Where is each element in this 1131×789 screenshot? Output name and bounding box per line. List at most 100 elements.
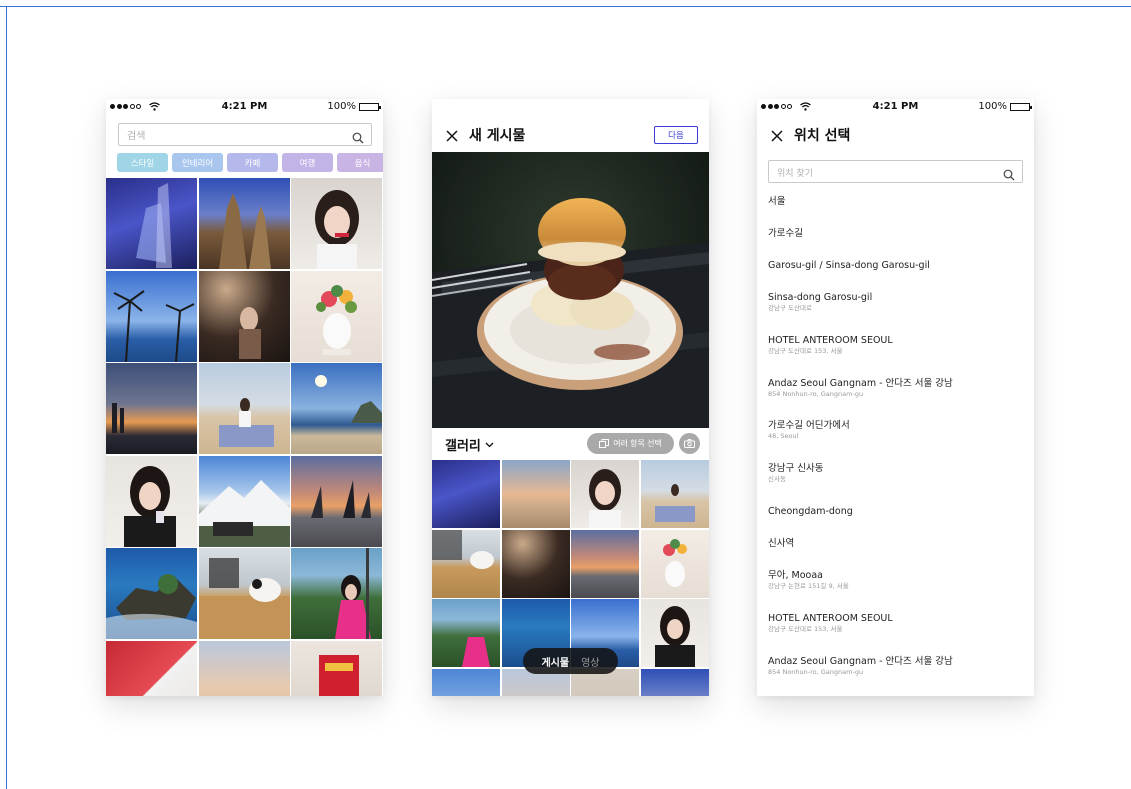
photo-tile[interactable]: [106, 270, 197, 362]
photo-tile[interactable]: [198, 548, 290, 639]
gallery-thumb[interactable]: [640, 460, 709, 528]
location-name: HOTEL ANTEROOM SEOUL: [768, 612, 893, 624]
photo-tile[interactable]: [106, 178, 197, 269]
multi-select-icon: [599, 439, 610, 448]
gallery-thumb[interactable]: [501, 529, 570, 598]
close-icon[interactable]: [771, 127, 783, 146]
photo-grid: [106, 178, 383, 696]
location-list: 서울 가로수길 Garosu-gil / Sinsa-dong Garosu-g…: [768, 195, 1023, 696]
battery-icon: [359, 102, 381, 111]
list-item[interactable]: 신사역: [768, 537, 1023, 569]
list-item[interactable]: HOTEL ANTEROOM SEOUL 강남구 도산대로 153, 서울: [768, 612, 1023, 655]
list-item[interactable]: Sinsa-dong Garosu-gil 강남구 도산대로: [768, 291, 1023, 334]
location-address: 강남구 도산대로 153, 서울: [768, 624, 843, 633]
photo-tile[interactable]: [291, 178, 382, 269]
gallery-thumb[interactable]: [571, 529, 639, 598]
location-address: 강남구 논현로 151길 9, 서울: [768, 581, 849, 590]
location-search-box[interactable]: [768, 160, 1023, 185]
photo-tile[interactable]: [198, 178, 290, 269]
list-item[interactable]: Andaz Seoul Gangnam - 안다즈 서울 강남 854 Nonhu…: [768, 377, 1023, 420]
photo-tile[interactable]: [106, 455, 197, 547]
header: 위치 선택: [757, 121, 1034, 147]
camera-button[interactable]: [679, 433, 700, 454]
photo-tile[interactable]: [291, 548, 382, 639]
chevron-down-icon: [485, 442, 494, 447]
gallery-thumb[interactable]: [640, 599, 709, 667]
location-name: 가로수길 어딘가에서: [768, 420, 850, 432]
list-item[interactable]: Andaz Seoul Gangnam - 안다즈 서울 강남 854 Nonhu…: [768, 655, 1023, 696]
photo-tile[interactable]: [198, 455, 290, 547]
photo-tile[interactable]: [291, 455, 382, 547]
gallery-dropdown[interactable]: 갤러리: [445, 435, 494, 454]
chip-food[interactable]: 음식: [337, 153, 383, 172]
location-name: 서울: [768, 196, 786, 207]
search-icon[interactable]: [352, 129, 364, 148]
photo-tile[interactable]: [198, 270, 290, 362]
list-item[interactable]: 무아, Mooaa 강남구 논현로 151길 9, 서울: [768, 569, 1023, 612]
search-box[interactable]: [118, 123, 372, 148]
location-name: Andaz Seoul Gangnam - 안다즈 서울 강남: [768, 377, 953, 389]
page-title: 새 게시물: [469, 128, 526, 144]
list-item[interactable]: 가로수길 어딘가에서 48, Seoul: [768, 419, 1023, 462]
location-address: 강남구 도산대로 153, 서울: [768, 346, 843, 355]
gallery-toolbar: 갤러리 여러 항목 선택: [432, 429, 709, 459]
chip-interior[interactable]: 인테리어: [172, 153, 223, 172]
list-item[interactable]: Cheongdam-dong: [768, 505, 1023, 537]
battery-level: 100%: [327, 101, 356, 112]
photo-tile[interactable]: [198, 363, 290, 454]
list-item[interactable]: HOTEL ANTEROOM SEOUL 강남구 도산대로 153, 서울: [768, 334, 1023, 377]
tab-post[interactable]: 게시물: [541, 654, 569, 669]
frame-line: [6, 6, 7, 789]
list-item[interactable]: Garosu-gil / Sinsa-dong Garosu-gil: [768, 259, 1023, 291]
tab-video[interactable]: 영상: [581, 654, 599, 669]
location-address: 854 Nonhun-ro, Gangnam-gu: [768, 667, 864, 676]
photo-tile[interactable]: [106, 363, 197, 454]
multi-select-button[interactable]: 여러 항목 선택: [587, 433, 674, 454]
location-name: Cheongdam-dong: [768, 505, 853, 517]
photo-tile[interactable]: [198, 640, 290, 696]
gallery-thumb[interactable]: [640, 529, 709, 598]
photo-tile[interactable]: [291, 640, 382, 696]
close-icon[interactable]: [446, 127, 458, 146]
chip-cafe[interactable]: 카페: [227, 153, 278, 172]
location-name: Garosu-gil / Sinsa-dong Garosu-gil: [768, 260, 930, 271]
multi-select-label: 여러 항목 선택: [613, 439, 662, 448]
search-input[interactable]: [119, 126, 339, 147]
location-screen: 4:21 PM 100% 위치 선택 서울 가로수길 Garosu-gil / …: [757, 99, 1034, 696]
gallery-thumb[interactable]: [432, 599, 500, 667]
category-chips: 스타일 인테리어 카페 여행 음식: [117, 153, 383, 172]
list-item[interactable]: 가로수길: [768, 227, 1023, 259]
gallery-thumb[interactable]: [432, 668, 500, 696]
photo-tile[interactable]: [291, 363, 382, 454]
location-name: 강남구 신사동: [768, 463, 824, 475]
gallery-thumb[interactable]: [571, 460, 639, 528]
location-address: 48, Seoul: [768, 432, 799, 441]
next-button[interactable]: 다음: [654, 126, 698, 144]
chip-style[interactable]: 스타일: [117, 153, 168, 172]
photo-tile[interactable]: [106, 548, 197, 639]
location-name: Andaz Seoul Gangnam - 안다즈 서울 강남: [768, 655, 953, 667]
photo-tile[interactable]: [291, 270, 382, 362]
gallery-thumb[interactable]: [432, 529, 500, 598]
page-title: 위치 선택: [794, 128, 851, 144]
search-icon[interactable]: [1003, 166, 1015, 185]
location-address: 신사동: [768, 475, 786, 484]
photo-tile[interactable]: [106, 640, 197, 696]
location-search-input[interactable]: [769, 163, 989, 185]
location-name: HOTEL ANTEROOM SEOUL: [768, 334, 893, 346]
header: 새 게시물 다음: [432, 121, 709, 147]
list-item[interactable]: 강남구 신사동 신사동: [768, 462, 1023, 505]
gallery-thumb[interactable]: [640, 668, 709, 696]
chip-travel[interactable]: 여행: [282, 153, 333, 172]
location-name: 무아, Mooaa: [768, 569, 823, 581]
gallery-thumb[interactable]: [501, 460, 570, 528]
location-name: 가로수길: [768, 228, 803, 239]
selected-photo-preview: [432, 152, 709, 428]
battery-icon: [1010, 102, 1032, 111]
location-name: Sinsa-dong Garosu-gil: [768, 292, 873, 303]
post-type-toggle: 게시물 영상: [523, 648, 618, 674]
explore-screen: 4:21 PM 100% 스타일 인테리어 카페 여행 음식: [106, 99, 383, 696]
list-item[interactable]: 서울: [768, 195, 1023, 227]
gallery-label: 갤러리: [445, 439, 481, 454]
gallery-thumb[interactable]: [432, 460, 500, 528]
